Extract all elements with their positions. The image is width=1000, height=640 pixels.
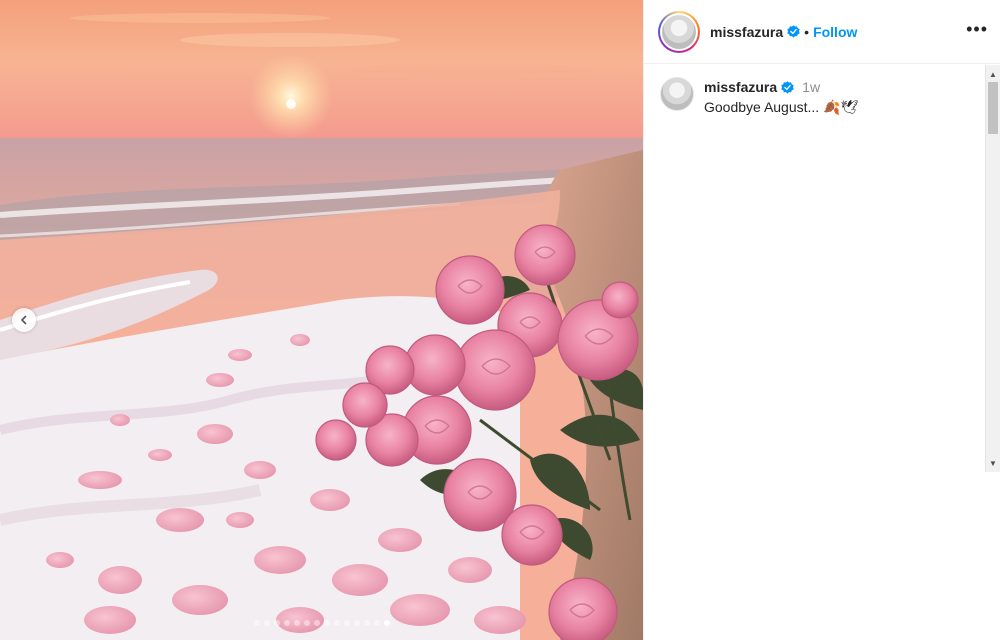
carousel-prev-button[interactable] [12, 308, 36, 332]
post-image [0, 0, 643, 640]
scrollbar[interactable]: ▲ ▼ [985, 65, 1000, 472]
post-container: missfazura • Follow ••• missfazura 1w Go… [0, 0, 1000, 640]
caption-timestamp[interactable]: 1w [802, 79, 820, 95]
more-horizontal-icon[interactable]: ••• [966, 20, 988, 44]
carousel-dot [273, 620, 280, 626]
carousel-dot [383, 620, 390, 626]
post-side-panel: missfazura • Follow ••• missfazura 1w Go… [643, 0, 1000, 640]
carousel-dot [343, 620, 350, 626]
carousel-dot [373, 620, 380, 626]
avatar-inner [660, 12, 698, 51]
chevron-left-icon [21, 315, 27, 325]
header-separator: • [804, 23, 810, 40]
caption-avatar[interactable] [660, 77, 694, 111]
carousel-dot [253, 620, 260, 626]
scroll-down-arrow-icon[interactable]: ▼ [986, 456, 1000, 470]
carousel-dot [333, 620, 340, 626]
caption-body: missfazura 1w Goodbye August... 🍂🕊 [704, 77, 858, 116]
caption-row: missfazura 1w Goodbye August... 🍂🕊 [660, 77, 970, 116]
post-header: missfazura • Follow ••• [644, 0, 1000, 64]
carousel-dot [313, 620, 320, 626]
header-username[interactable]: missfazura [710, 24, 783, 40]
carousel-dot [353, 620, 360, 626]
scrollbar-thumb[interactable] [988, 82, 998, 134]
verified-badge-icon [781, 80, 794, 94]
follow-button[interactable]: Follow [813, 24, 857, 40]
comments-section: missfazura 1w Goodbye August... 🍂🕊 [644, 65, 986, 470]
caption-header: missfazura 1w [704, 79, 858, 95]
carousel-dot [283, 620, 290, 626]
carousel-dot [303, 620, 310, 626]
avatar[interactable] [658, 10, 700, 53]
carousel-dot [293, 620, 300, 626]
carousel-dot [323, 620, 330, 626]
carousel-dot [263, 620, 270, 626]
carousel-indicator [0, 620, 643, 626]
carousel-dot [363, 620, 370, 626]
scroll-up-arrow-icon[interactable]: ▲ [986, 67, 1000, 81]
verified-badge-icon [787, 25, 800, 38]
caption-text: Goodbye August... 🍂🕊 [704, 99, 859, 115]
caption-username[interactable]: missfazura [704, 79, 777, 95]
avatar-image [662, 14, 696, 49]
post-media[interactable] [0, 0, 643, 640]
